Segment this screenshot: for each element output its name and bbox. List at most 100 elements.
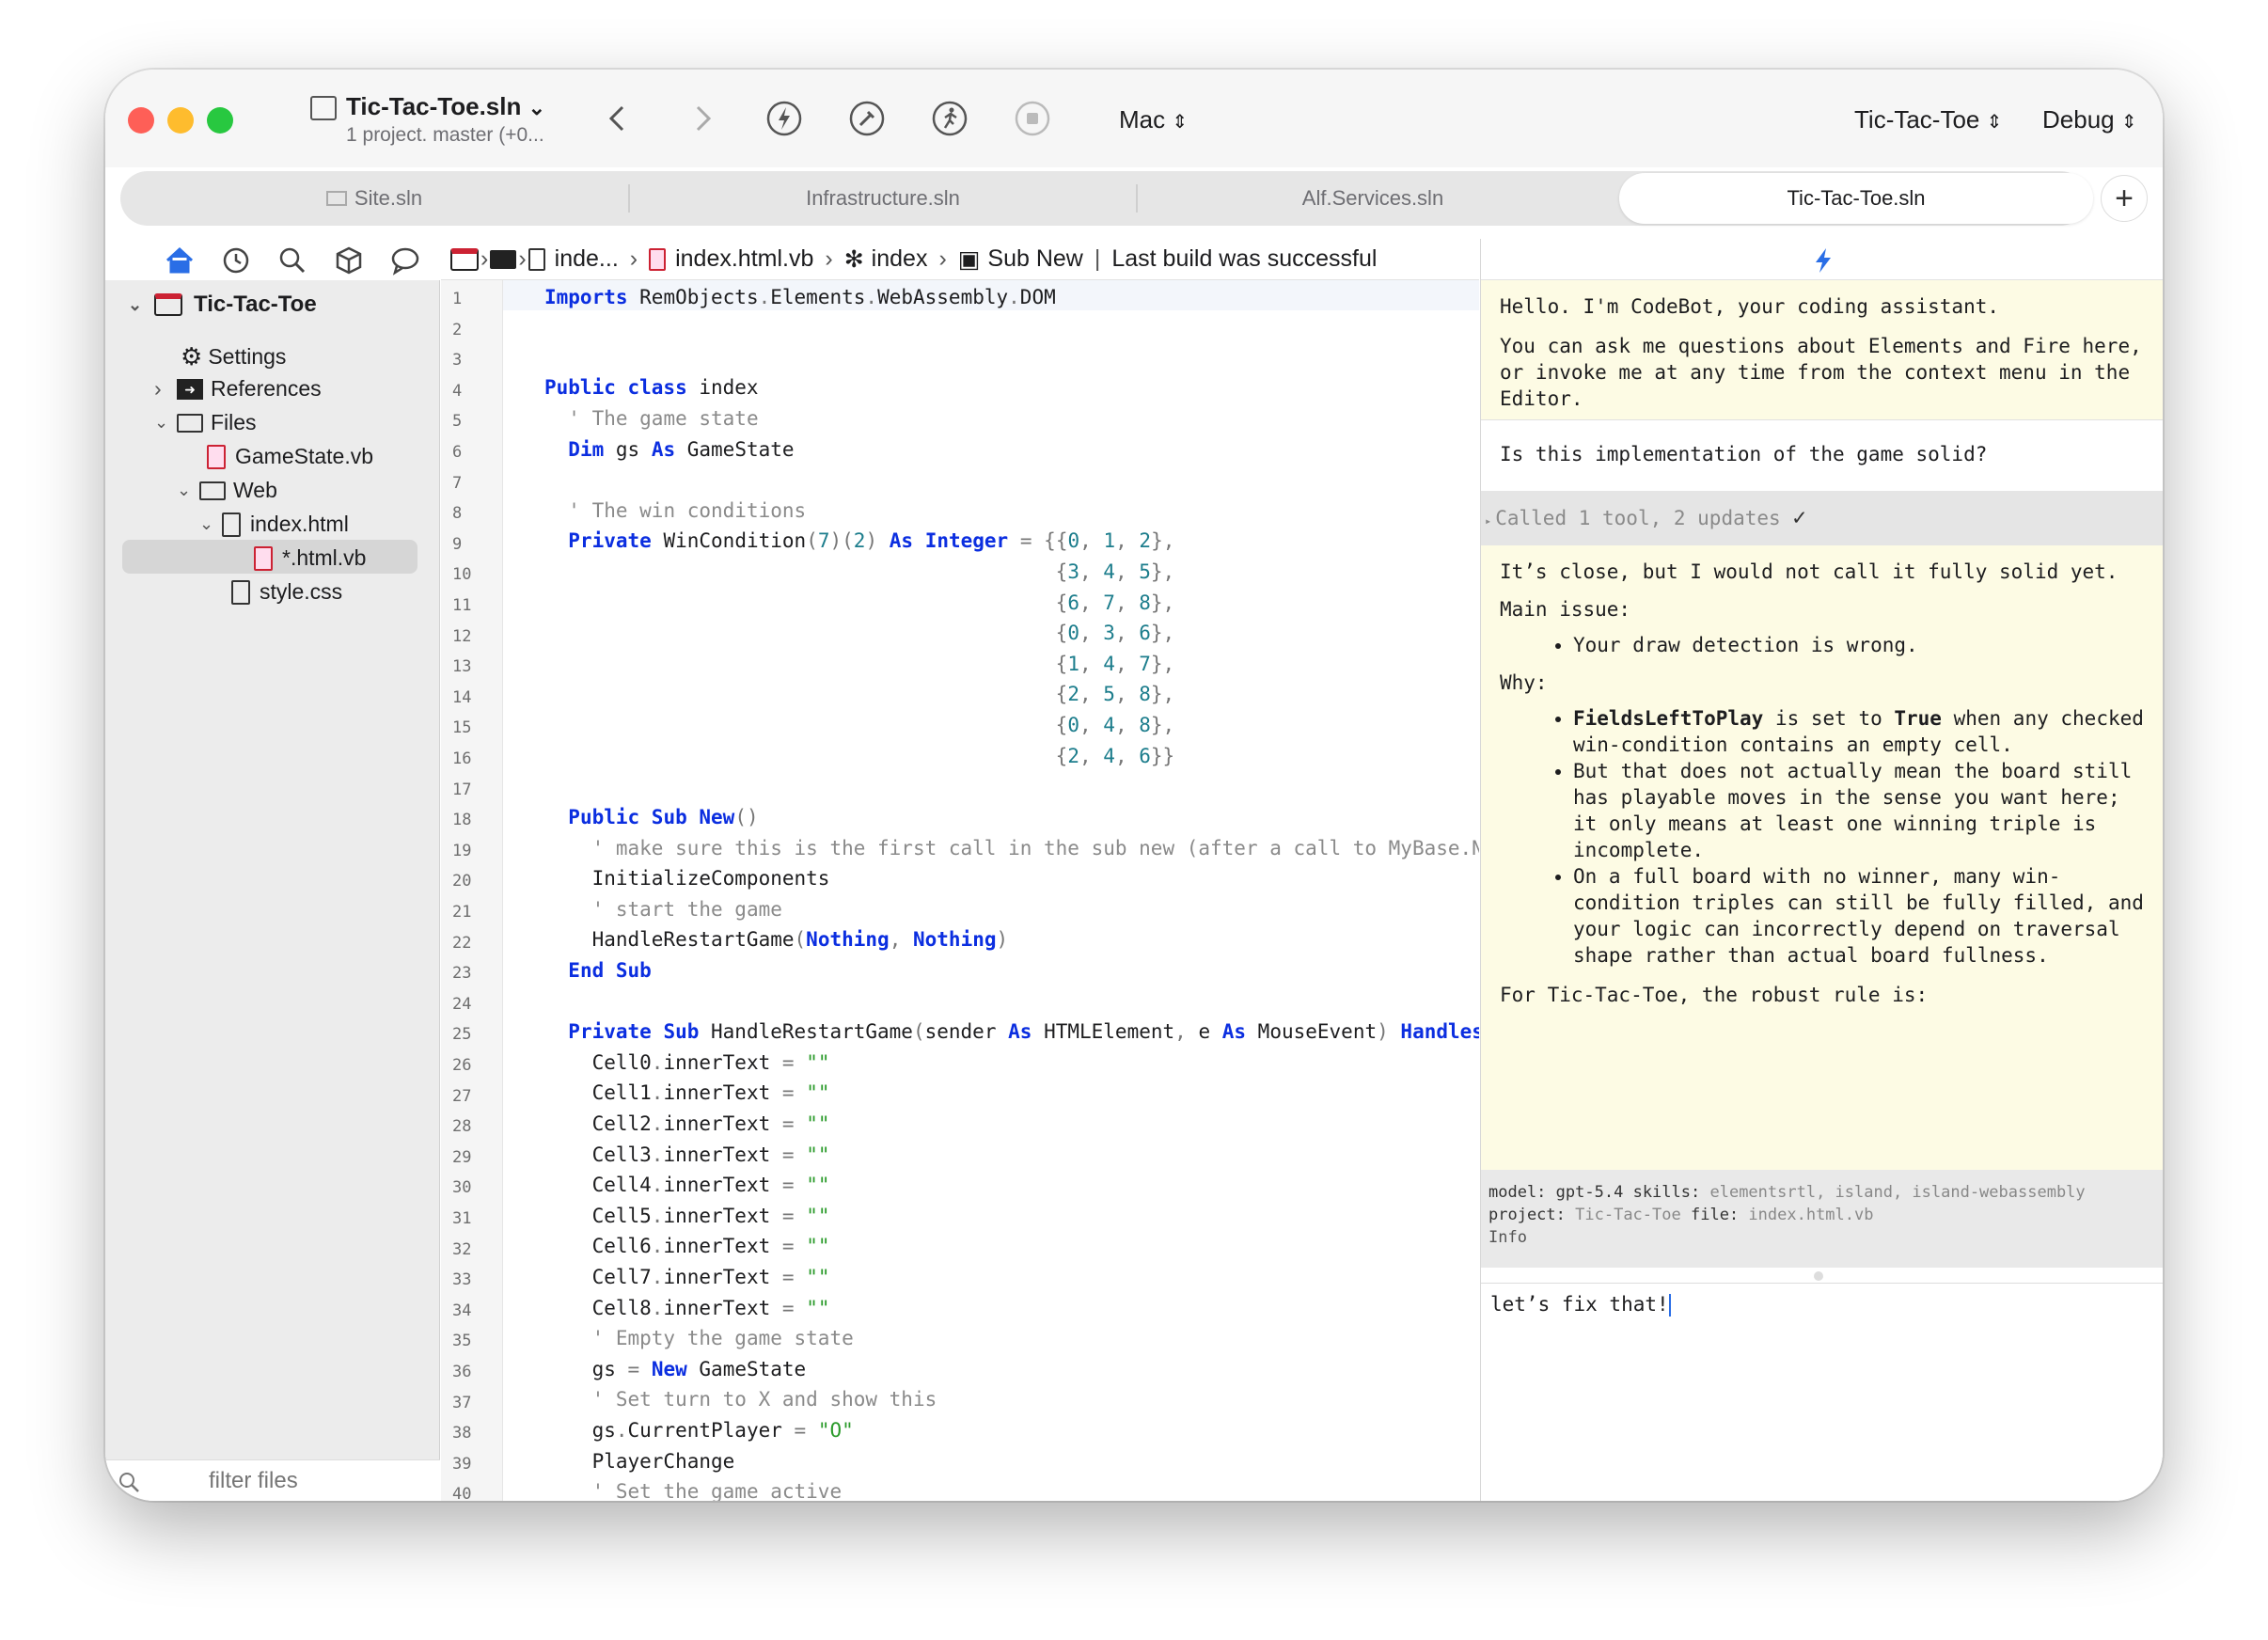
code-line: Private Sub HandleRestartGame(sender As … — [568, 1020, 1479, 1044]
tree-index-vb-label: *.html.vb — [282, 545, 367, 570]
chat-context-info: model: gpt-5.4 skills: elementsrtl, isla… — [1481, 1170, 2163, 1268]
chat-message-bot: Hello. I'm CodeBot, your coding assistan… — [1481, 280, 2163, 419]
hammer-icon[interactable] — [848, 100, 886, 137]
close-window-button[interactable] — [128, 107, 154, 134]
tree-references[interactable]: › ➜ References — [154, 376, 322, 402]
main-issue-heading: Main issue: — [1500, 598, 1631, 621]
line-number: 17 — [452, 780, 472, 799]
why-list: FieldsLeftToPlay is set to True when any… — [1500, 705, 2149, 969]
tab-alf-services[interactable]: Alf.Services.sln — [1138, 171, 1608, 226]
inline-code: True — [1894, 707, 1942, 730]
codebot-chat-panel: Hello. I'm CodeBot, your coding assistan… — [1480, 239, 2163, 1501]
meta-label: model: — [1488, 1183, 1547, 1202]
chat-input[interactable]: let’s fix that! — [1481, 1283, 2163, 1501]
line-number: 9 — [452, 534, 463, 554]
code-line: ' The game state — [568, 407, 759, 431]
breadcrumb-folder[interactable]: inde... — [555, 245, 619, 273]
meta-skills: elementsrtl, island, island-webassembly — [1709, 1183, 2086, 1202]
solution-title: Tic-Tac-Toe.sln — [346, 92, 522, 120]
chat-question: Is this implementation of the game solid… — [1500, 443, 1988, 465]
code-line: ' The win conditions — [568, 498, 807, 522]
window-icon[interactable] — [450, 247, 479, 271]
checkmark-icon: ✓ — [1792, 504, 1806, 530]
vb-file-icon — [649, 247, 667, 271]
back-icon[interactable] — [600, 100, 638, 137]
line-number: 34 — [452, 1301, 472, 1320]
solution-selector[interactable]: Tic-Tac-Toe.sln ⌄ — [346, 92, 545, 121]
tab-infrastructure[interactable]: Infrastructure.sln — [630, 171, 1136, 226]
code-area[interactable]: Imports RemObjects.Elements.WebAssembly.… — [544, 280, 1479, 1501]
minimize-window-button[interactable] — [167, 107, 194, 134]
configuration-selector[interactable]: Debug ⇕ — [2042, 105, 2137, 134]
line-number: 15 — [452, 718, 472, 738]
tool-call-summary[interactable]: ▸ Called 1 tool, 2 updates ✓ — [1481, 491, 2163, 545]
chat-bubble-icon[interactable] — [389, 244, 421, 276]
tree-index-html-vb[interactable]: *.html.vb — [254, 545, 366, 571]
folder-icon[interactable] — [490, 249, 517, 269]
code-line: gs.CurrentPlayer = "O" — [544, 1418, 854, 1442]
tree-project[interactable]: ⌄ Tic-Tac-Toe — [128, 292, 317, 318]
code-line: HandleRestartGame(Nothing, Nothing) — [544, 928, 1009, 952]
code-line: End Sub — [568, 958, 652, 982]
line-number: 5 — [452, 412, 463, 432]
tree-web[interactable]: ⌄ Web — [177, 478, 277, 503]
home-icon[interactable] — [164, 244, 196, 276]
updown-chevron-icon: ⇕ — [1172, 112, 1189, 133]
destination-label: Mac — [1119, 105, 1166, 134]
breadcrumb-file[interactable]: index.html.vb — [675, 245, 813, 273]
line-number: 30 — [452, 1178, 472, 1198]
line-number: 40 — [452, 1485, 472, 1501]
code-editor: › › inde... › index.html.vb › ✻ index › … — [441, 239, 1479, 1501]
forward-icon[interactable] — [683, 100, 720, 137]
line-number: 37 — [452, 1393, 472, 1412]
destination-selector[interactable]: Mac ⇕ — [1119, 105, 1188, 134]
meta-label: project: — [1488, 1206, 1566, 1224]
code-line: ' Set turn to X and show this — [591, 1388, 937, 1411]
splitter-handle[interactable] — [1814, 1271, 1823, 1281]
stop-icon[interactable] — [1014, 100, 1051, 137]
tree-files-label: Files — [211, 410, 257, 434]
chevron-down-icon: ⌄ — [528, 96, 546, 119]
add-tab-button[interactable]: + — [2101, 175, 2148, 222]
tree-references-label: References — [211, 376, 322, 401]
tab-label: Infrastructure.sln — [806, 186, 960, 210]
updown-chevron-icon: ⇕ — [2120, 112, 2137, 133]
code-line: {0, 4, 8}, — [1055, 714, 1175, 737]
breadcrumb-class[interactable]: index — [872, 245, 928, 273]
run-icon[interactable] — [931, 100, 969, 137]
meta-info-link[interactable]: Info — [1488, 1226, 2163, 1249]
code-line: Public class index — [544, 376, 759, 400]
answer-paragraph: It’s close, but I would not call it full… — [1500, 560, 2118, 583]
chat-message-bot: It’s close, but I would not call it full… — [1481, 545, 2163, 1170]
chevron-right-icon: › — [629, 245, 638, 272]
tab-label: Tic-Tac-Toe.sln — [1787, 186, 1926, 210]
tree-style-css[interactable]: style.css — [231, 579, 342, 605]
code-line: {3, 4, 5}, — [1055, 560, 1175, 584]
tree-files[interactable]: ⌄ Files — [154, 410, 257, 435]
line-number: 38 — [452, 1424, 472, 1443]
project-selector[interactable]: Tic-Tac-Toe ⇕ — [1854, 105, 2002, 134]
tree-web-label: Web — [233, 478, 277, 502]
filter-files-input[interactable] — [152, 1466, 425, 1496]
line-number: 33 — [452, 1270, 472, 1290]
zoom-window-button[interactable] — [207, 107, 233, 134]
search-icon[interactable] — [276, 244, 308, 276]
line-number: 28 — [452, 1117, 472, 1137]
line-number: 18 — [452, 811, 472, 830]
breadcrumb-member[interactable]: Sub New — [987, 245, 1082, 273]
tab-tic-tac-toe[interactable]: Tic-Tac-Toe.sln — [1619, 173, 2093, 224]
chat-input-value: let’s fix that! — [1490, 1293, 1669, 1316]
tree-settings[interactable]: ⚙ Settings — [181, 342, 286, 371]
tree-gamestate-vb[interactable]: GameState.vb — [207, 444, 373, 469]
configuration-label: Debug — [2042, 105, 2115, 134]
inline-code: FieldsLeftToPlay — [1573, 707, 1764, 730]
build-lightning-icon[interactable] — [765, 100, 803, 137]
tab-label: Alf.Services.sln — [1301, 186, 1444, 210]
package-icon[interactable] — [333, 244, 365, 276]
tree-index-html-label: index.html — [250, 512, 349, 536]
vb-file-icon — [207, 444, 226, 469]
tree-index-html[interactable]: ⌄ index.html — [199, 512, 349, 537]
history-icon[interactable] — [220, 244, 252, 276]
tab-site[interactable]: Site.sln — [120, 171, 628, 226]
list-item: But that does not actually mean the boar… — [1573, 758, 2149, 863]
